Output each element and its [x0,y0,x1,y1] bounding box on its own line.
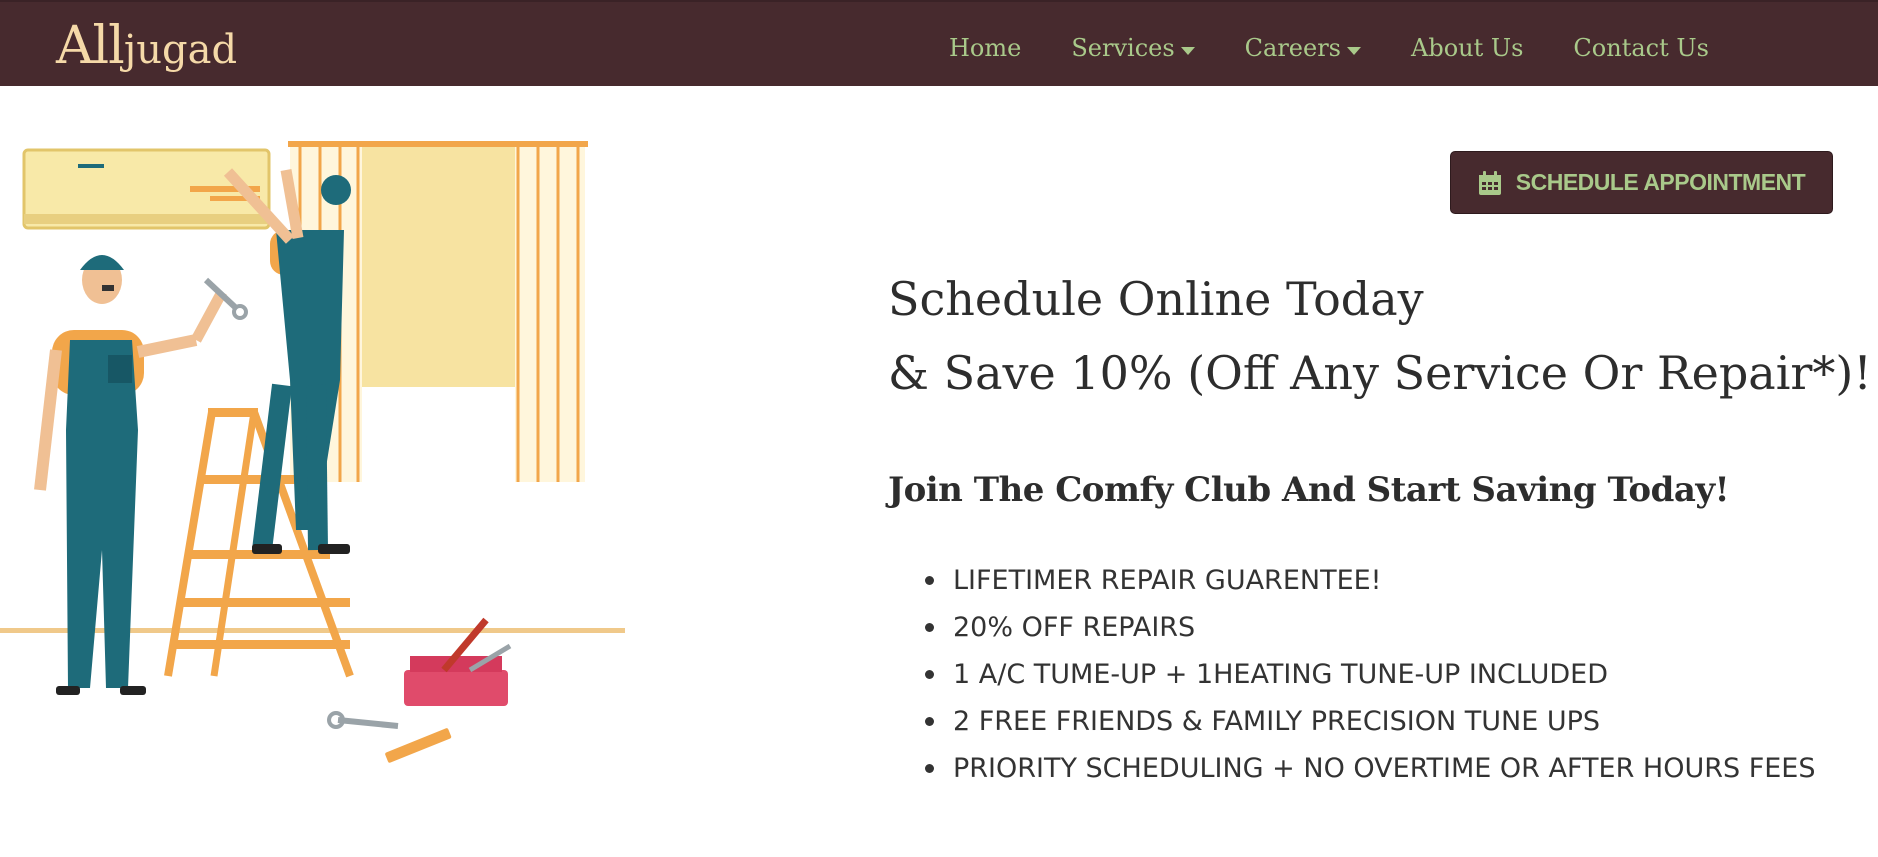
nav-contact-us[interactable]: Contact Us [1573,34,1708,62]
hero-headline: Schedule Online Today & Save 10% (Off An… [888,262,1872,410]
brand-logo[interactable]: Alljugad [56,16,237,76]
headline-line-1: Schedule Online Today [888,272,1424,326]
benefit-item: 20% OFF REPAIRS [925,604,1825,651]
nav-services[interactable]: Services [1071,34,1195,62]
benefit-item: 2 FREE FRIENDS & FAMILY PRECISION TUNE U… [925,698,1825,745]
hero-subheading: Join The Comfy Club And Start Saving Tod… [888,470,1730,510]
schedule-appointment-button[interactable]: SCHEDULE APPOINTMENT [1450,151,1833,214]
nav-label: Careers [1244,34,1341,62]
benefit-item: 1 A/C TUME-UP + 1HEATING TUNE-UP INCLUDE… [925,651,1825,698]
nav-about-us[interactable]: About Us [1411,34,1523,62]
nav-home[interactable]: Home [949,34,1021,62]
nav-label: Home [949,34,1022,62]
technicians-installing-ac-illustration [0,141,625,763]
benefits-list: LIFETIMER REPAIR GUARENTEE! 20% OFF REPA… [925,557,1825,792]
calendar-icon [1478,170,1501,195]
nav-label: Services [1071,34,1175,62]
main-nav: Home Services Careers About Us Contact U… [949,34,1709,62]
nav-label: Contact Us [1573,34,1709,62]
headline-line-2: & Save 10% (Off Any Service Or Repair*)! [888,346,1872,400]
nav-careers[interactable]: Careers [1245,34,1361,62]
top-navbar: Alljugad Home Services Careers About Us … [0,0,1878,86]
nav-label: About Us [1411,34,1524,62]
benefit-item: PRIORITY SCHEDULING + NO OVERTIME OR AFT… [925,745,1825,792]
schedule-appointment-label: SCHEDULE APPOINTMENT [1515,169,1806,195]
logo-text-first: All [56,16,125,76]
caret-down-icon [1180,47,1195,55]
caret-down-icon [1347,47,1361,55]
logo-text-second: jugad [123,27,238,73]
benefit-item: LIFETIMER REPAIR GUARENTEE! [925,557,1825,604]
